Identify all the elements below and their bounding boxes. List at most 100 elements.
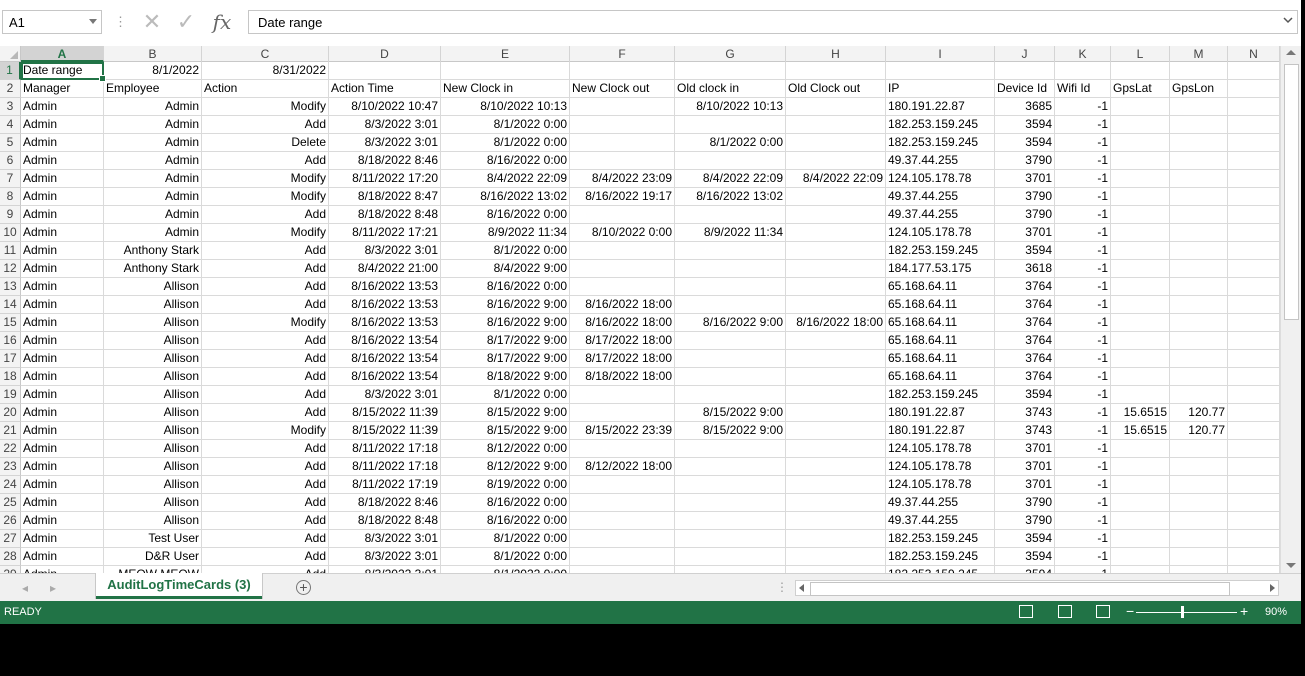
column-header-c[interactable]: C bbox=[202, 46, 329, 62]
cell-b1[interactable]: 8/1/2022 bbox=[104, 62, 202, 80]
cell-f14[interactable]: 8/16/2022 18:00 bbox=[570, 296, 675, 314]
zoom-level[interactable]: 90% bbox=[1265, 606, 1287, 618]
cell-m14[interactable] bbox=[1170, 296, 1228, 314]
cell-f5[interactable] bbox=[570, 134, 675, 152]
cell-h13[interactable] bbox=[786, 278, 886, 296]
cell-c6[interactable]: Add bbox=[202, 152, 329, 170]
cell-g11[interactable] bbox=[675, 242, 786, 260]
cell-j28[interactable]: 3594 bbox=[995, 548, 1055, 566]
cell-l15[interactable] bbox=[1111, 314, 1170, 332]
cell-e2[interactable]: New Clock in bbox=[441, 80, 570, 98]
cell-f11[interactable] bbox=[570, 242, 675, 260]
cell-f13[interactable] bbox=[570, 278, 675, 296]
cell-l19[interactable] bbox=[1111, 386, 1170, 404]
cell-i14[interactable]: 65.168.64.11 bbox=[886, 296, 995, 314]
cell-e17[interactable]: 8/17/2022 9:00 bbox=[441, 350, 570, 368]
cell-m3[interactable] bbox=[1170, 98, 1228, 116]
cell-b26[interactable]: Allison bbox=[104, 512, 202, 530]
cell-l9[interactable] bbox=[1111, 206, 1170, 224]
row-header[interactable]: 10 bbox=[0, 224, 21, 242]
cell-h26[interactable] bbox=[786, 512, 886, 530]
cell-f28[interactable] bbox=[570, 548, 675, 566]
name-box[interactable]: A1 bbox=[2, 10, 102, 34]
cell-c12[interactable]: Add bbox=[202, 260, 329, 278]
cell-f12[interactable] bbox=[570, 260, 675, 278]
cell-h17[interactable] bbox=[786, 350, 886, 368]
cell-m21[interactable]: 120.77 bbox=[1170, 422, 1228, 440]
cell-k29[interactable]: -1 bbox=[1055, 566, 1111, 573]
cell-g26[interactable] bbox=[675, 512, 786, 530]
cell-h11[interactable] bbox=[786, 242, 886, 260]
cell-a7[interactable]: Admin bbox=[21, 170, 104, 188]
cell-l3[interactable] bbox=[1111, 98, 1170, 116]
cell-m5[interactable] bbox=[1170, 134, 1228, 152]
cell-l6[interactable] bbox=[1111, 152, 1170, 170]
cell-e10[interactable]: 8/9/2022 11:34 bbox=[441, 224, 570, 242]
cell-d24[interactable]: 8/11/2022 17:19 bbox=[329, 476, 441, 494]
cell-g19[interactable] bbox=[675, 386, 786, 404]
cell-i27[interactable]: 182.253.159.245 bbox=[886, 530, 995, 548]
cell-e27[interactable]: 8/1/2022 0:00 bbox=[441, 530, 570, 548]
cell-n26[interactable] bbox=[1228, 512, 1280, 530]
cell-d19[interactable]: 8/3/2022 3:01 bbox=[329, 386, 441, 404]
cell-c21[interactable]: Modify bbox=[202, 422, 329, 440]
cell-f1[interactable] bbox=[570, 62, 675, 80]
cell-h21[interactable] bbox=[786, 422, 886, 440]
normal-view-icon[interactable] bbox=[1019, 605, 1033, 618]
column-header-a[interactable]: A bbox=[21, 46, 104, 62]
cell-i23[interactable]: 124.105.178.78 bbox=[886, 458, 995, 476]
cell-d6[interactable]: 8/18/2022 8:46 bbox=[329, 152, 441, 170]
cell-a28[interactable]: Admin bbox=[21, 548, 104, 566]
cell-k1[interactable] bbox=[1055, 62, 1111, 80]
row-header[interactable]: 19 bbox=[0, 386, 21, 404]
cell-k27[interactable]: -1 bbox=[1055, 530, 1111, 548]
cell-h24[interactable] bbox=[786, 476, 886, 494]
column-header-h[interactable]: H bbox=[786, 46, 886, 62]
page-layout-icon[interactable] bbox=[1058, 605, 1072, 618]
cell-m6[interactable] bbox=[1170, 152, 1228, 170]
row-header[interactable]: 16 bbox=[0, 332, 21, 350]
cell-i9[interactable]: 49.37.44.255 bbox=[886, 206, 995, 224]
cell-e13[interactable]: 8/16/2022 0:00 bbox=[441, 278, 570, 296]
sheet-tab[interactable]: AuditLogTimeCards (3) bbox=[96, 573, 262, 599]
cell-a3[interactable]: Admin bbox=[21, 98, 104, 116]
cell-g3[interactable]: 8/10/2022 10:13 bbox=[675, 98, 786, 116]
cell-e4[interactable]: 8/1/2022 0:00 bbox=[441, 116, 570, 134]
cell-d1[interactable] bbox=[329, 62, 441, 80]
vertical-scroll-thumb[interactable] bbox=[1284, 64, 1299, 320]
cell-j1[interactable] bbox=[995, 62, 1055, 80]
cell-i20[interactable]: 180.191.22.87 bbox=[886, 404, 995, 422]
cell-n13[interactable] bbox=[1228, 278, 1280, 296]
cell-n5[interactable] bbox=[1228, 134, 1280, 152]
cell-i7[interactable]: 124.105.178.78 bbox=[886, 170, 995, 188]
cell-k7[interactable]: -1 bbox=[1055, 170, 1111, 188]
cell-g29[interactable] bbox=[675, 566, 786, 573]
cell-m1[interactable] bbox=[1170, 62, 1228, 80]
cell-g5[interactable]: 8/1/2022 0:00 bbox=[675, 134, 786, 152]
cell-b10[interactable]: Admin bbox=[104, 224, 202, 242]
cell-l24[interactable] bbox=[1111, 476, 1170, 494]
cell-d3[interactable]: 8/10/2022 10:47 bbox=[329, 98, 441, 116]
cell-j23[interactable]: 3701 bbox=[995, 458, 1055, 476]
cell-k11[interactable]: -1 bbox=[1055, 242, 1111, 260]
cell-g28[interactable] bbox=[675, 548, 786, 566]
cell-h19[interactable] bbox=[786, 386, 886, 404]
cell-c2[interactable]: Action bbox=[202, 80, 329, 98]
zoom-out-icon[interactable]: − bbox=[1126, 603, 1134, 619]
cell-h25[interactable] bbox=[786, 494, 886, 512]
cell-a11[interactable]: Admin bbox=[21, 242, 104, 260]
cell-l8[interactable] bbox=[1111, 188, 1170, 206]
cell-i29[interactable]: 182.253.159.245 bbox=[886, 566, 995, 573]
cell-k19[interactable]: -1 bbox=[1055, 386, 1111, 404]
cell-g9[interactable] bbox=[675, 206, 786, 224]
column-header-g[interactable]: G bbox=[675, 46, 786, 62]
row-header[interactable]: 26 bbox=[0, 512, 21, 530]
cell-h5[interactable] bbox=[786, 134, 886, 152]
cell-i3[interactable]: 180.191.22.87 bbox=[886, 98, 995, 116]
cell-m28[interactable] bbox=[1170, 548, 1228, 566]
cell-b6[interactable]: Admin bbox=[104, 152, 202, 170]
cell-a6[interactable]: Admin bbox=[21, 152, 104, 170]
cell-a23[interactable]: Admin bbox=[21, 458, 104, 476]
cell-c17[interactable]: Add bbox=[202, 350, 329, 368]
cell-i22[interactable]: 124.105.178.78 bbox=[886, 440, 995, 458]
